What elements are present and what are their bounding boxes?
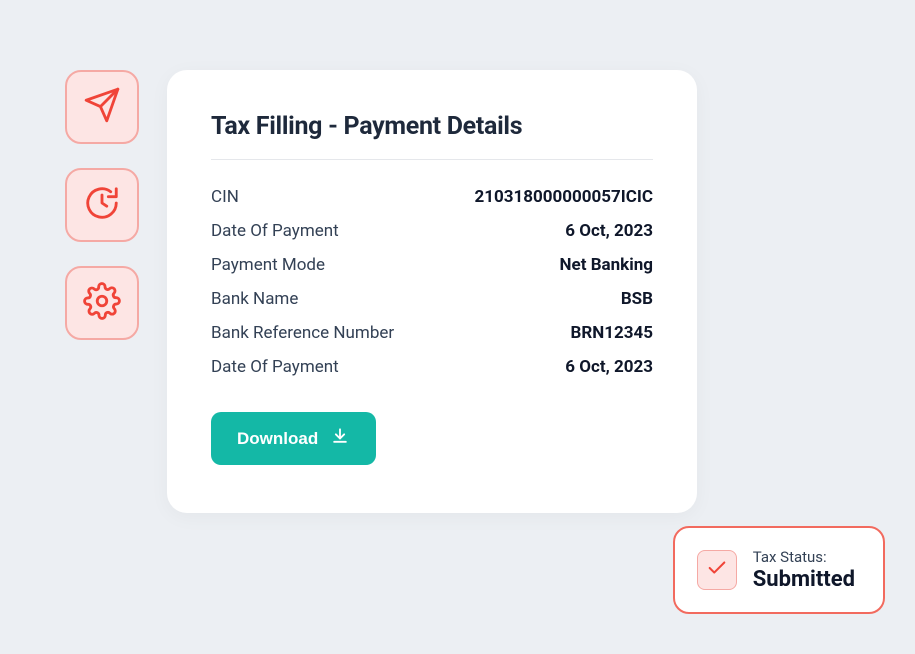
- status-value: Submitted: [753, 567, 855, 592]
- detail-row: Bank Name BSB: [211, 282, 653, 316]
- detail-row: CIN 210318000000057ICIC: [211, 180, 653, 214]
- send-button[interactable]: [65, 70, 139, 144]
- detail-row: Date Of Payment 6 Oct, 2023: [211, 350, 653, 384]
- detail-value: BSB: [621, 289, 653, 309]
- detail-value: 6 Oct, 2023: [565, 221, 653, 241]
- detail-label: Bank Reference Number: [211, 323, 394, 343]
- status-label: Tax Status:: [753, 548, 855, 566]
- detail-label: Payment Mode: [211, 255, 325, 275]
- download-icon: [330, 426, 350, 451]
- history-button[interactable]: [65, 168, 139, 242]
- icon-sidebar: [65, 70, 139, 340]
- tax-status-card: Tax Status: Submitted: [673, 526, 885, 614]
- clock-icon: [83, 184, 121, 226]
- detail-value: Net Banking: [560, 255, 653, 275]
- detail-value: 6 Oct, 2023: [565, 357, 653, 377]
- detail-row: Date Of Payment 6 Oct, 2023: [211, 214, 653, 248]
- payment-details-card: Tax Filling - Payment Details CIN 210318…: [167, 70, 697, 513]
- detail-label: Date Of Payment: [211, 357, 339, 377]
- detail-value: BRN12345: [570, 323, 653, 343]
- divider: [211, 159, 653, 160]
- download-button[interactable]: Download: [211, 412, 376, 465]
- gear-icon: [83, 282, 121, 324]
- detail-row: Payment Mode Net Banking: [211, 248, 653, 282]
- detail-label: Date Of Payment: [211, 221, 339, 241]
- status-text: Tax Status: Submitted: [753, 548, 855, 592]
- check-icon: [706, 557, 728, 583]
- send-icon: [83, 86, 121, 128]
- detail-label: CIN: [211, 187, 239, 207]
- status-checkbox: [697, 550, 737, 590]
- card-title: Tax Filling - Payment Details: [211, 112, 653, 141]
- detail-value: 210318000000057ICIC: [475, 187, 654, 207]
- detail-label: Bank Name: [211, 289, 298, 309]
- download-button-label: Download: [237, 429, 318, 449]
- settings-button[interactable]: [65, 266, 139, 340]
- detail-row: Bank Reference Number BRN12345: [211, 316, 653, 350]
